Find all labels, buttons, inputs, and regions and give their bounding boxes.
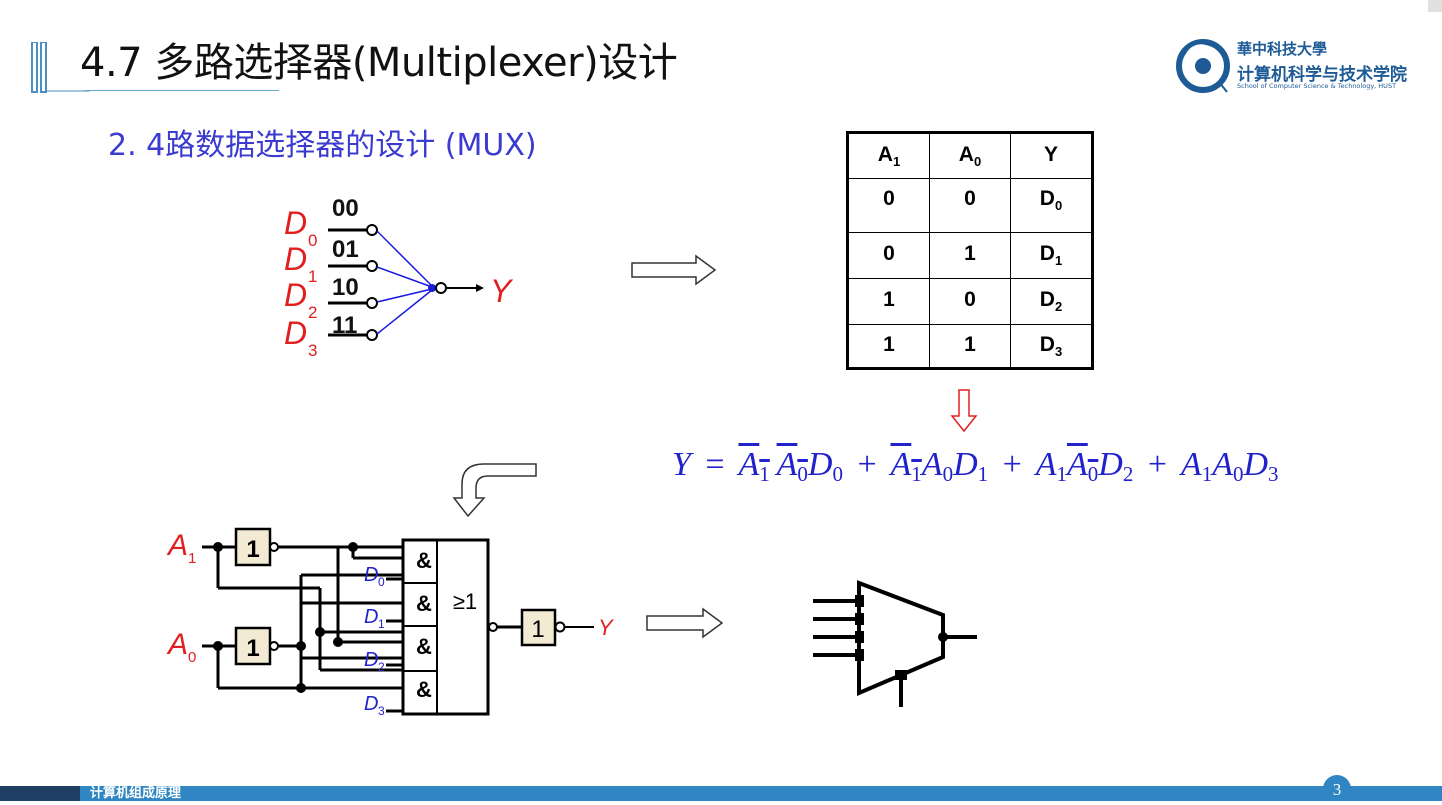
formula-equals: =: [705, 446, 725, 483]
switch-input-sub: 2: [308, 303, 317, 322]
and-gate-label: &: [416, 591, 432, 616]
inverter-a1: 1: [234, 527, 279, 567]
data-input-sub: 0: [378, 575, 385, 589]
table-row: 0 0 D0: [847, 178, 1093, 233]
table-cell: 1: [929, 324, 1011, 369]
table-cell: D1: [1010, 232, 1093, 279]
curved-hollow-arrow-icon: [452, 463, 537, 518]
formula-lhs: Y: [672, 446, 691, 483]
header-cell: A0: [929, 132, 1011, 179]
and-gate-label: &: [416, 677, 432, 702]
and-gate-label: &: [416, 634, 432, 659]
table-cell: 0: [929, 178, 1011, 233]
truth-table: A1 A0 Y 0 0 D0 0 1 D1 1 0 D2 1 1 D3: [846, 131, 1094, 370]
title-underline: [84, 90, 279, 91]
switch-code: 00: [332, 195, 359, 222]
switch-pivot: [428, 284, 436, 292]
select-input-a0-sub: 0: [188, 649, 196, 666]
header-cell: A1: [847, 132, 930, 179]
scrollbar[interactable]: [1428, 0, 1442, 12]
table-header-row: A1 A0 Y: [847, 132, 1093, 179]
hollow-arrow-right-icon: [631, 254, 717, 286]
table-row: 1 1 D3: [847, 324, 1093, 369]
switch-input-name: D: [284, 277, 307, 313]
arrow-right-icon: [476, 284, 484, 292]
switch-input-name: D: [284, 315, 307, 351]
header-cell: Y: [1010, 132, 1093, 179]
section-subtitle: 2. 4路数据选择器的设计 (MUX): [108, 128, 537, 163]
circuit-output-label: Y: [598, 615, 614, 640]
formula-term: A1A0D2: [1035, 446, 1134, 486]
data-input-sub: 1: [378, 617, 385, 631]
switch-input-sub: 0: [308, 231, 317, 250]
data-input-name: D: [364, 693, 378, 715]
footer-bar: [0, 786, 1442, 801]
select-input-a1-sub: 1: [188, 550, 196, 567]
formula-plus: +: [1002, 446, 1022, 483]
table-cell: 1: [847, 324, 930, 369]
inverter-label: 1: [246, 536, 259, 563]
and-gate-label: &: [416, 548, 432, 573]
switch-output-label: Y: [490, 273, 514, 309]
logo-english-name: School of Computer Science & Technology,…: [1237, 82, 1397, 90]
mux-switch-diagram: D 0 00 D 1 01 D 2 10 D 3 11 Y: [284, 195, 514, 360]
university-logo: 華中科技大學 计算机科学与技术学院 School of Computer Sci…: [1175, 38, 1415, 98]
and-or-block: & & & & ≥1: [401, 538, 498, 716]
output-inverter: 1: [520, 608, 566, 647]
switch-input-name: D: [284, 241, 307, 277]
switch-input-sub: 3: [308, 341, 317, 360]
data-input-sub: 3: [378, 704, 385, 718]
switch-code: 01: [332, 236, 359, 263]
table-row: 0 1 D1: [847, 232, 1093, 279]
table-cell: 0: [929, 278, 1011, 325]
hust-emblem-icon: [1176, 39, 1230, 93]
switch-code: 10: [332, 274, 359, 301]
inverter-label: 1: [531, 616, 544, 643]
hollow-arrow-right-icon: [646, 607, 724, 639]
switch-input-name: D: [284, 205, 307, 241]
output-formula: Y = A1 A0D0 + A1A0D1 + A1A0D2 + A1A0D3: [672, 446, 1279, 487]
select-input-a0-name: A: [166, 628, 188, 661]
table-cell: 1: [929, 232, 1011, 279]
page-title: 4.7 多路选择器(Multiplexer)设计: [80, 40, 678, 86]
hollow-arrow-down-icon: [950, 389, 978, 433]
data-input-sub: 2: [378, 660, 385, 674]
formula-term: A1A0D1: [890, 446, 989, 486]
table-cell: 0: [847, 178, 930, 233]
gate-level-circuit: A 1 A 0 1 1 & & & & ≥1 D 0 D 1 D 2 D 3 1…: [166, 527, 614, 718]
footer-course-name: 计算机组成原理: [90, 786, 182, 801]
table-cell: 1: [847, 278, 930, 325]
switch-output-terminal: [435, 282, 447, 294]
data-input-name: D: [364, 649, 378, 671]
data-input-name: D: [364, 606, 378, 628]
mux-symbol: [813, 580, 977, 707]
table-cell: 0: [847, 232, 930, 279]
formula-term: A1A0D3: [1180, 446, 1279, 486]
formula-plus: +: [1147, 446, 1168, 483]
formula-plus: +: [857, 446, 877, 483]
formula-term: A1 A0D0: [738, 446, 843, 486]
table-cell: D0: [1010, 178, 1093, 233]
inverter-a0: 1: [234, 626, 279, 666]
footer-left-block: [0, 786, 80, 801]
inverter-label: 1: [246, 635, 259, 662]
table-cell: D3: [1010, 324, 1093, 369]
select-input-a1-name: A: [166, 529, 188, 562]
logo-university-name: 華中科技大學: [1237, 40, 1328, 58]
or-gate-label: ≥1: [453, 589, 477, 614]
data-input-name: D: [364, 564, 378, 586]
table-row: 1 0 D2: [847, 278, 1093, 325]
switch-input-sub: 1: [308, 267, 317, 286]
page-number: 3: [1323, 775, 1351, 801]
table-cell: D2: [1010, 278, 1093, 325]
